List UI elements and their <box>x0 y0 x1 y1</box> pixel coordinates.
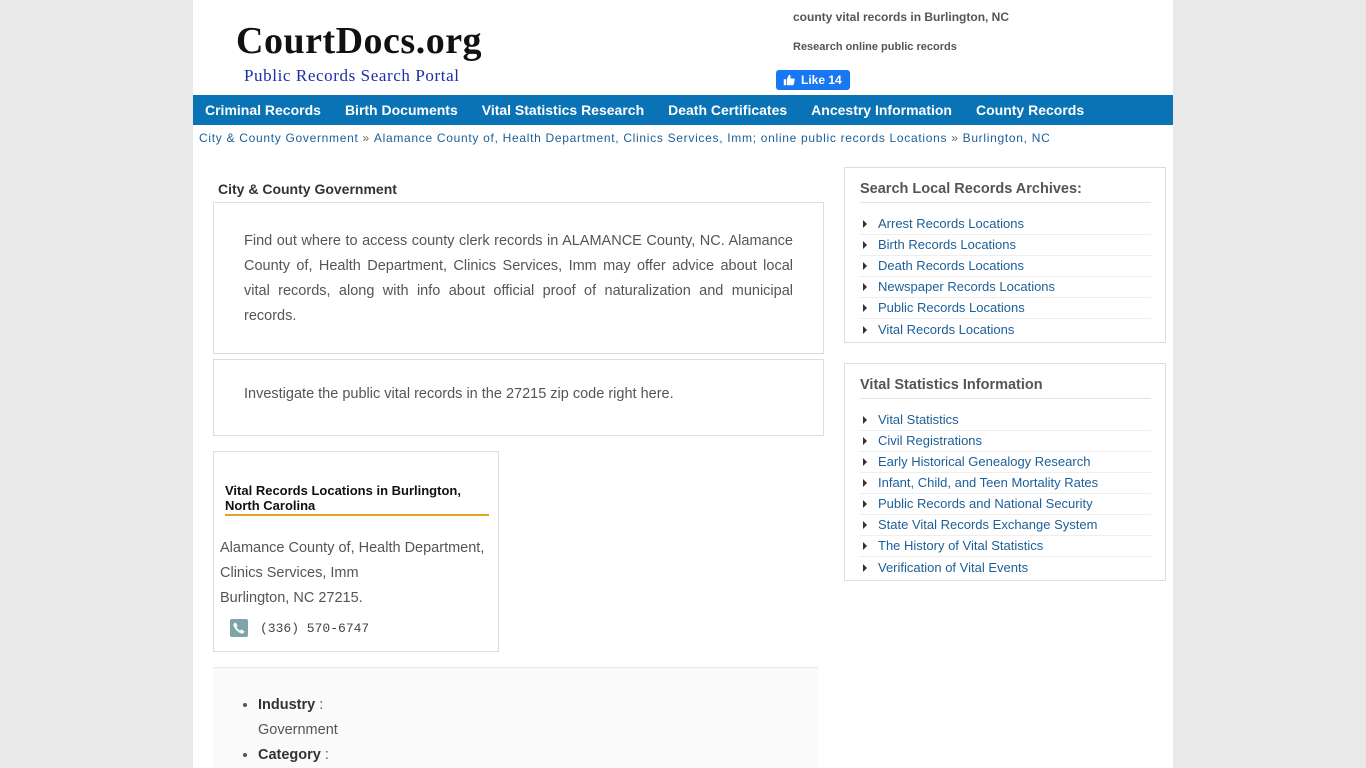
caret-right-icon <box>863 521 867 529</box>
nav-item-vital-statistics-research[interactable]: Vital Statistics Research <box>482 102 644 118</box>
caret-right-icon <box>863 500 867 508</box>
location-card-title: Vital Records Locations in Burlington, N… <box>225 483 489 516</box>
phone-number: (336) 570-6747 <box>260 620 370 636</box>
thumbs-up-icon <box>783 74 795 86</box>
location-card: Vital Records Locations in Burlington, N… <box>213 451 499 652</box>
address-line: Alamance County of, Health Department, <box>220 540 485 556</box>
sidebar-link-arrest-records[interactable]: Arrest Records Locations <box>878 214 1024 234</box>
search-query-text: county vital records in Burlington, NC <box>793 10 1010 24</box>
sidebar-vital-title: Vital Statistics Information <box>860 377 1151 399</box>
like-label: Like 14 <box>801 73 842 87</box>
sidebar-link-death-records[interactable]: Death Records Locations <box>878 256 1024 276</box>
breadcrumb-link-agency[interactable]: Alamance County of, Health Department, C… <box>374 131 947 145</box>
caret-right-icon <box>863 220 867 228</box>
facebook-like-button[interactable]: Like 14 <box>776 70 850 90</box>
page-container: CourtDocs.org Public Records Search Port… <box>193 0 1173 768</box>
caret-right-icon <box>863 563 867 572</box>
list-item: Birth Records Locations <box>860 235 1151 256</box>
sidebar-link-birth-records[interactable]: Birth Records Locations <box>878 235 1016 255</box>
sidebar-link-public-records[interactable]: Public Records Locations <box>878 298 1025 318</box>
caret-right-icon <box>863 262 867 270</box>
address-line: Clinics Services, Imm <box>220 565 359 581</box>
list-item: The History of Vital Statistics <box>860 536 1151 557</box>
sidebar-archives: Search Local Records Archives: Arrest Re… <box>844 167 1166 343</box>
breadcrumb: City & County Government» Alamance County… <box>199 131 1050 145</box>
sidebar-link-national-security[interactable]: Public Records and National Security <box>878 494 1093 514</box>
sidebar-link-genealogy-research[interactable]: Early Historical Genealogy Research <box>878 452 1090 472</box>
sidebar-link-vital-statistics[interactable]: Vital Statistics <box>878 410 959 430</box>
description-box: Find out where to access county clerk re… <box>213 202 824 354</box>
breadcrumb-link-government[interactable]: City & County Government <box>199 131 359 145</box>
nav-item-death-certificates[interactable]: Death Certificates <box>668 102 787 118</box>
meta-list: Industry :Government Category : <box>258 693 338 768</box>
logo-title: CourtDocs.org <box>236 20 483 62</box>
list-item: Vital Records Locations <box>860 319 1151 340</box>
list-item: Vital Statistics <box>860 410 1151 431</box>
list-item: Category : <box>258 743 338 768</box>
tagline-text: Research online public records <box>793 41 957 53</box>
caret-right-icon <box>863 479 867 487</box>
nav-item-criminal-records[interactable]: Criminal Records <box>205 102 321 118</box>
phone-icon <box>230 619 248 637</box>
list-item: State Vital Records Exchange System <box>860 515 1151 536</box>
list-item: Industry :Government <box>258 693 338 743</box>
main-nav: Criminal Records Birth Documents Vital S… <box>193 95 1173 125</box>
sidebar-vital-info: Vital Statistics Information Vital Stati… <box>844 363 1166 581</box>
location-address: Alamance County of, Health Department, C… <box>220 536 484 611</box>
sidebar-link-civil-registrations[interactable]: Civil Registrations <box>878 431 982 451</box>
sidebar-archives-list: Arrest Records Locations Birth Records L… <box>860 214 1151 340</box>
list-item: Civil Registrations <box>860 431 1151 452</box>
nav-item-ancestry-information[interactable]: Ancestry Information <box>811 102 952 118</box>
sidebar-link-exchange-system[interactable]: State Vital Records Exchange System <box>878 515 1097 535</box>
section-title: City & County Government <box>218 181 397 197</box>
zip-note-box: Investigate the public vital records in … <box>213 359 824 436</box>
sidebar-link-vital-records[interactable]: Vital Records Locations <box>878 320 1014 340</box>
breadcrumb-link-city[interactable]: Burlington, NC <box>963 131 1051 145</box>
nav-item-county-records[interactable]: County Records <box>976 102 1084 118</box>
breadcrumb-separator: » <box>362 131 370 145</box>
list-item: Public Records and National Security <box>860 494 1151 515</box>
list-item: Arrest Records Locations <box>860 214 1151 235</box>
zip-note-text: Investigate the public vital records in … <box>244 386 674 402</box>
list-item: Infant, Child, and Teen Mortality Rates <box>860 473 1151 494</box>
caret-right-icon <box>863 542 867 550</box>
sidebar-link-mortality-rates[interactable]: Infant, Child, and Teen Mortality Rates <box>878 473 1098 493</box>
caret-right-icon <box>863 458 867 466</box>
list-item: Newspaper Records Locations <box>860 277 1151 298</box>
caret-right-icon <box>863 437 867 445</box>
sidebar-link-newspaper-records[interactable]: Newspaper Records Locations <box>878 277 1055 297</box>
phone-row[interactable]: (336) 570-6747 <box>230 619 369 637</box>
nav-item-birth-documents[interactable]: Birth Documents <box>345 102 458 118</box>
sidebar-vital-list: Vital Statistics Civil Registrations Ear… <box>860 410 1151 578</box>
list-item: Early Historical Genealogy Research <box>860 452 1151 473</box>
sidebar-archives-title: Search Local Records Archives: <box>860 181 1151 203</box>
list-item: Public Records Locations <box>860 298 1151 319</box>
sidebar-link-verification[interactable]: Verification of Vital Events <box>878 558 1028 578</box>
site-logo[interactable]: CourtDocs.org Public Records Search Port… <box>236 22 482 86</box>
caret-right-icon <box>863 304 867 312</box>
logo-subtitle: Public Records Search Portal <box>244 66 460 85</box>
breadcrumb-separator: » <box>951 131 959 145</box>
caret-right-icon <box>863 283 867 291</box>
description-text: Find out where to access county clerk re… <box>244 233 793 324</box>
caret-right-icon <box>863 325 867 334</box>
industry-value: Government <box>258 722 338 738</box>
list-item: Verification of Vital Events <box>860 557 1151 578</box>
sidebar-link-history[interactable]: The History of Vital Statistics <box>878 536 1043 556</box>
category-label: Category <box>258 747 321 763</box>
caret-right-icon <box>863 241 867 249</box>
meta-info: Industry :Government Category : <box>213 667 818 768</box>
industry-label: Industry <box>258 697 316 713</box>
caret-right-icon <box>863 416 867 424</box>
list-item: Death Records Locations <box>860 256 1151 277</box>
address-line: Burlington, NC 27215. <box>220 590 363 606</box>
